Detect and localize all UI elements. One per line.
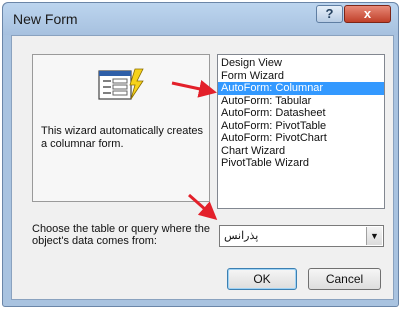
list-item[interactable]: AutoForm: Tabular	[218, 95, 384, 108]
form-wizard-icon	[98, 68, 144, 100]
data-source-value: پذرانس	[224, 230, 259, 242]
close-button[interactable]: x	[344, 5, 391, 23]
dialog-title: New Form	[13, 11, 78, 27]
form-type-list[interactable]: Design View Form Wizard AutoForm: Columnar…	[217, 54, 385, 209]
ok-button[interactable]: OK	[227, 268, 297, 290]
list-item[interactable]: Chart Wizard	[218, 145, 384, 158]
title-bar: New Form ? x	[3, 3, 398, 35]
list-item[interactable]: Form Wizard	[218, 70, 384, 83]
list-item[interactable]: AutoForm: Columnar	[218, 82, 384, 95]
list-item[interactable]: Design View	[218, 57, 384, 70]
list-item[interactable]: AutoForm: PivotTable	[218, 120, 384, 133]
wizard-description: This wizard automatically creates a colu…	[41, 125, 204, 150]
help-button[interactable]: ?	[316, 5, 343, 23]
list-item[interactable]: AutoForm: Datasheet	[218, 107, 384, 120]
data-source-label: Choose the table or query where the obje…	[32, 223, 210, 247]
chevron-down-icon[interactable]: ▼	[366, 227, 382, 245]
list-item[interactable]: AutoForm: PivotChart	[218, 132, 384, 145]
new-form-dialog: New Form ? x This wizard automatically c…	[2, 2, 399, 307]
dialog-body: This wizard automatically creates a colu…	[11, 35, 394, 300]
list-item[interactable]: PivotTable Wizard	[218, 157, 384, 170]
data-source-combobox[interactable]: پذرانس ▼	[219, 225, 384, 247]
cancel-button[interactable]: Cancel	[308, 268, 381, 290]
preview-panel: This wizard automatically creates a colu…	[32, 54, 210, 202]
